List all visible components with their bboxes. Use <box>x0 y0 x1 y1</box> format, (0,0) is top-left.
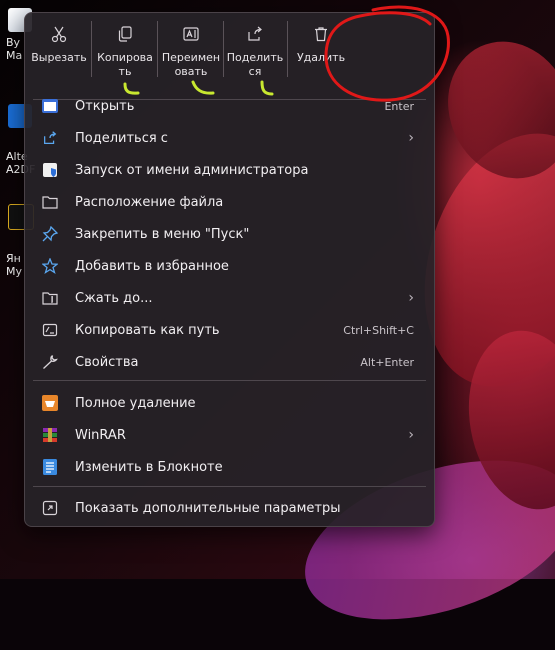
menu-item-properties[interactable]: Свойства Alt+Enter <box>31 347 428 377</box>
menu-item-add-favorites[interactable]: Добавить в избранное <box>31 251 428 281</box>
menu-item-share-with[interactable]: Поделиться с › <box>31 123 428 153</box>
menu-item-notepad[interactable]: Изменить в Блокноте <box>31 452 428 482</box>
menu-item-label: Поделиться с <box>75 130 168 146</box>
share-label: Поделиться <box>226 51 284 78</box>
copy-path-icon <box>41 321 59 339</box>
zip-folder-icon <box>41 289 59 307</box>
open-app-icon <box>41 97 59 115</box>
share-icon <box>248 26 262 41</box>
menu-divider <box>33 486 426 487</box>
menu-item-copy-path[interactable]: Копировать как путь Ctrl+Shift+C <box>31 315 428 345</box>
menu-divider <box>33 380 426 381</box>
toolbar-separator <box>91 21 92 77</box>
winrar-icon <box>41 426 59 444</box>
chevron-right-icon: › <box>408 130 414 146</box>
rename-icon <box>183 27 199 41</box>
chevron-right-icon: › <box>408 427 414 443</box>
menu-item-compress[interactable]: Сжать до... › <box>31 283 428 313</box>
copy-label: Копировать <box>97 51 153 78</box>
rename-label: Переименовать <box>161 51 221 78</box>
menu-item-label: Расположение файла <box>75 194 224 210</box>
toolbar-separator <box>157 21 158 77</box>
cut-button[interactable]: Вырезать <box>29 19 89 91</box>
context-menu-toolbar: Вырезать Копировать Переименовать Подели… <box>25 13 434 95</box>
full-delete-app-icon <box>41 394 59 412</box>
menu-item-label: Копировать как путь <box>75 322 220 338</box>
toolbar-separator <box>223 21 224 77</box>
menu-item-more-options[interactable]: Показать дополнительные параметры <box>31 493 428 523</box>
cut-label: Вырезать <box>31 51 87 64</box>
folder-icon <box>41 193 59 211</box>
trash-icon <box>315 27 327 42</box>
rename-button[interactable]: Переименовать <box>161 19 221 91</box>
scissors-icon <box>51 26 67 43</box>
context-menu: Вырезать Копировать Переименовать Подели… <box>24 12 435 527</box>
menu-item-label: WinRAR <box>75 427 126 443</box>
menu-item-label: Изменить в Блокноте <box>75 459 223 475</box>
share-button[interactable]: Поделиться <box>225 19 285 91</box>
star-icon <box>41 257 59 275</box>
admin-shield-icon <box>41 161 59 179</box>
notepad-icon <box>41 458 59 476</box>
toolbar-separator <box>287 21 288 77</box>
pin-icon <box>41 225 59 243</box>
menu-item-label: Добавить в избранное <box>75 258 229 274</box>
menu-item-label: Закрепить в меню "Пуск" <box>75 226 250 242</box>
copy-button[interactable]: Копировать <box>95 19 155 91</box>
menu-item-open[interactable]: Открыть Enter <box>31 91 428 121</box>
shortcut-label: Enter <box>384 99 414 113</box>
menu-item-winrar[interactable]: WinRAR › <box>31 420 428 450</box>
copy-icon <box>118 26 132 42</box>
shortcut-label: Ctrl+Shift+C <box>343 323 414 337</box>
delete-label: Удалить <box>296 51 346 64</box>
share-icon <box>41 129 59 147</box>
menu-item-label: Показать дополнительные параметры <box>75 500 341 516</box>
menu-item-label: Открыть <box>75 98 135 114</box>
menu-item-label: Свойства <box>75 354 139 370</box>
menu-item-pin-start[interactable]: Закрепить в меню "Пуск" <box>31 219 428 249</box>
chevron-right-icon: › <box>408 290 414 306</box>
wrench-icon <box>41 353 59 371</box>
menu-item-run-admin[interactable]: Запуск от имени администратора <box>31 155 428 185</box>
more-options-icon <box>41 499 59 517</box>
delete-button[interactable]: Удалить <box>291 19 351 91</box>
shortcut-label: Alt+Enter <box>360 355 414 369</box>
menu-item-full-delete[interactable]: Полное удаление <box>31 388 428 418</box>
menu-item-file-location[interactable]: Расположение файла <box>31 187 428 217</box>
menu-item-label: Полное удаление <box>75 395 196 411</box>
menu-item-label: Запуск от имени администратора <box>75 162 309 178</box>
menu-item-label: Сжать до... <box>75 290 153 306</box>
